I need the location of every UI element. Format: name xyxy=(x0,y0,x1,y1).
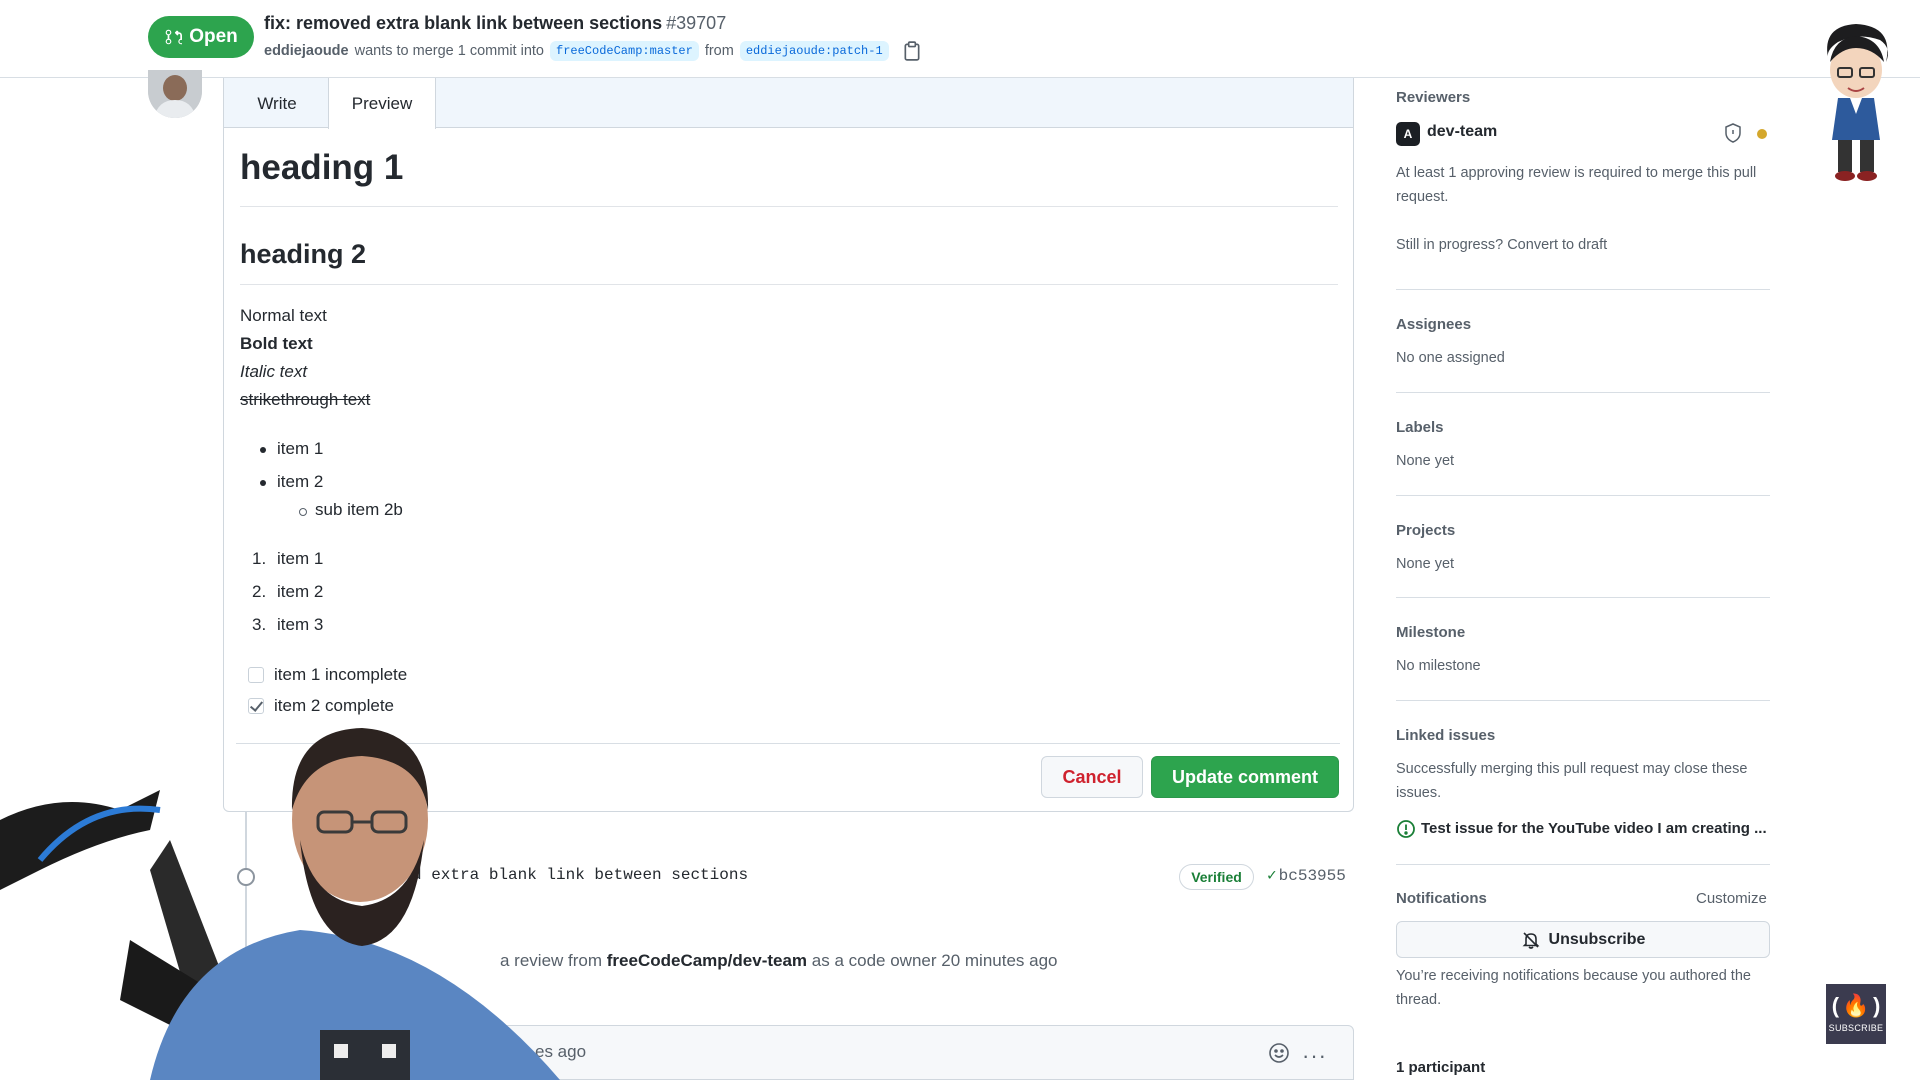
task-checkbox[interactable] xyxy=(248,667,264,683)
notifications-note: You’re receiving notifications because y… xyxy=(1396,968,1751,1008)
base-branch[interactable]: freeCodeCamp:master xyxy=(550,41,699,61)
task-list-item: item 1 incomplete xyxy=(248,665,407,685)
pr-title-text: fix: removed extra blank link between se… xyxy=(264,13,663,33)
unsubscribe-label: Unsubscribe xyxy=(1548,930,1646,948)
git-pull-request-icon xyxy=(165,29,183,45)
bell-slash-icon xyxy=(1522,931,1539,949)
commit-sha-link[interactable]: ✓ bc53955 xyxy=(1267,865,1346,885)
subscribe-label: SUBSCRIBE xyxy=(1828,1023,1884,1033)
preview-bold-text: Bold text xyxy=(240,334,313,353)
presenter-webcam-overlay xyxy=(0,728,560,1080)
preview-bullet-item: item 2 xyxy=(259,472,324,491)
task-label: item 1 incomplete xyxy=(274,665,408,684)
notifications-heading: Notifications xyxy=(1396,890,1487,907)
anime-mascot-image xyxy=(1827,24,1888,181)
verified-badge[interactable]: Verified xyxy=(1179,864,1254,890)
preview-strikethrough-text: strikethrough text xyxy=(240,390,371,409)
ordered-number: 2. xyxy=(252,582,267,601)
update-comment-button[interactable]: Update comment xyxy=(1151,756,1339,798)
reviewer-team-link[interactable]: dev-team xyxy=(1427,123,1497,141)
preview-bullet-item: item 1 xyxy=(259,439,324,458)
linked-issues-heading[interactable]: Linked issues xyxy=(1396,727,1495,744)
milestone-value: No milestone xyxy=(1396,658,1481,674)
tab-preview[interactable]: Preview xyxy=(328,78,436,129)
participants-heading: 1 participant xyxy=(1396,1059,1486,1076)
assignees-heading[interactable]: Assignees xyxy=(1396,316,1471,333)
cancel-button[interactable]: Cancel xyxy=(1041,756,1143,798)
tab-write[interactable]: Write xyxy=(232,78,322,129)
subscribe-badge[interactable]: (🔥) SUBSCRIBE xyxy=(1826,984,1886,1044)
review-suffix: as a code owner 20 minutes ago xyxy=(811,951,1058,970)
head-branch[interactable]: eddiejaoude:patch-1 xyxy=(739,41,889,61)
preview-heading-2: heading 2 xyxy=(240,239,1338,285)
sidebar-divider xyxy=(1396,864,1770,865)
code-owner-shield-icon xyxy=(1725,123,1741,143)
preview-italic-text: Italic text xyxy=(240,362,308,381)
editor-tab-bar: Write Preview xyxy=(224,78,1353,129)
preview-sub-bullet-item: sub item 2b xyxy=(299,500,403,519)
sidebar-divider xyxy=(1396,597,1770,598)
preview-ordered-item: item 2 xyxy=(277,582,324,601)
milestone-heading[interactable]: Milestone xyxy=(1396,624,1465,641)
pr-title: fix: removed extra blank link between se… xyxy=(264,13,726,34)
sidebar-divider xyxy=(1396,289,1770,290)
labels-value: None yet xyxy=(1396,453,1455,469)
smiley-icon[interactable] xyxy=(1268,1042,1290,1064)
assignees-value: No one assigned xyxy=(1396,350,1505,366)
linked-issues-note: Successfully merging this pull request m… xyxy=(1396,761,1748,801)
avatar-photo xyxy=(148,70,202,118)
preview-normal-text: Normal text xyxy=(240,306,327,325)
preview-heading-1: heading 1 xyxy=(240,148,1338,207)
fcc-flame-icon: (🔥) xyxy=(1829,995,1883,1020)
pr-number: #39707 xyxy=(666,13,727,33)
customize-link[interactable]: Customize xyxy=(1696,890,1767,907)
team-avatar-icon: A xyxy=(1396,122,1420,146)
issue-opened-icon xyxy=(1397,820,1415,838)
check-icon: ✓ xyxy=(1267,867,1277,885)
ordered-number: 3. xyxy=(252,615,267,634)
convert-to-draft-link[interactable]: Still in progress? Convert to draft xyxy=(1396,233,1607,257)
review-request-event: a review from freeCodeCamp/dev-team as a… xyxy=(500,951,1058,971)
sidebar-divider xyxy=(1396,495,1770,496)
kebab-menu-icon[interactable]: ··· xyxy=(1302,1043,1327,1069)
review-team-link[interactable]: freeCodeCamp/dev-team xyxy=(607,951,807,970)
unsubscribe-button[interactable]: Unsubscribe xyxy=(1396,921,1770,958)
projects-heading[interactable]: Projects xyxy=(1396,522,1455,539)
pr-merge-info: eddiejaoude wants to merge 1 commit into… xyxy=(264,41,921,61)
commit-sha: bc53955 xyxy=(1278,867,1346,885)
reviewers-requirement-note: At least 1 approving review is required … xyxy=(1396,165,1757,205)
pr-author-link[interactable]: eddiejaoude xyxy=(264,43,349,59)
linked-issue-link[interactable]: Test issue for the YouTube video I am cr… xyxy=(1421,820,1767,837)
pr-state-label: Open xyxy=(189,26,238,47)
projects-value: None yet xyxy=(1396,556,1455,572)
labels-heading[interactable]: Labels xyxy=(1396,419,1444,436)
sidebar-divider xyxy=(1396,392,1770,393)
pending-review-dot xyxy=(1757,129,1767,139)
pr-sticky-header: Open fix: removed extra blank link betwe… xyxy=(0,0,1920,78)
preview-ordered-item: item 3 xyxy=(277,615,324,634)
copy-icon[interactable] xyxy=(903,41,921,61)
sidebar-divider xyxy=(1396,700,1770,701)
ordered-number: 1. xyxy=(252,549,267,568)
pr-state-badge: Open xyxy=(148,16,254,58)
merge-text: wants to merge 1 commit into xyxy=(354,43,544,59)
reviewers-heading: Reviewers xyxy=(1396,89,1471,106)
preview-ordered-item: item 1 xyxy=(277,549,324,568)
comment-author-avatar[interactable] xyxy=(148,70,202,118)
from-text: from xyxy=(704,43,734,59)
